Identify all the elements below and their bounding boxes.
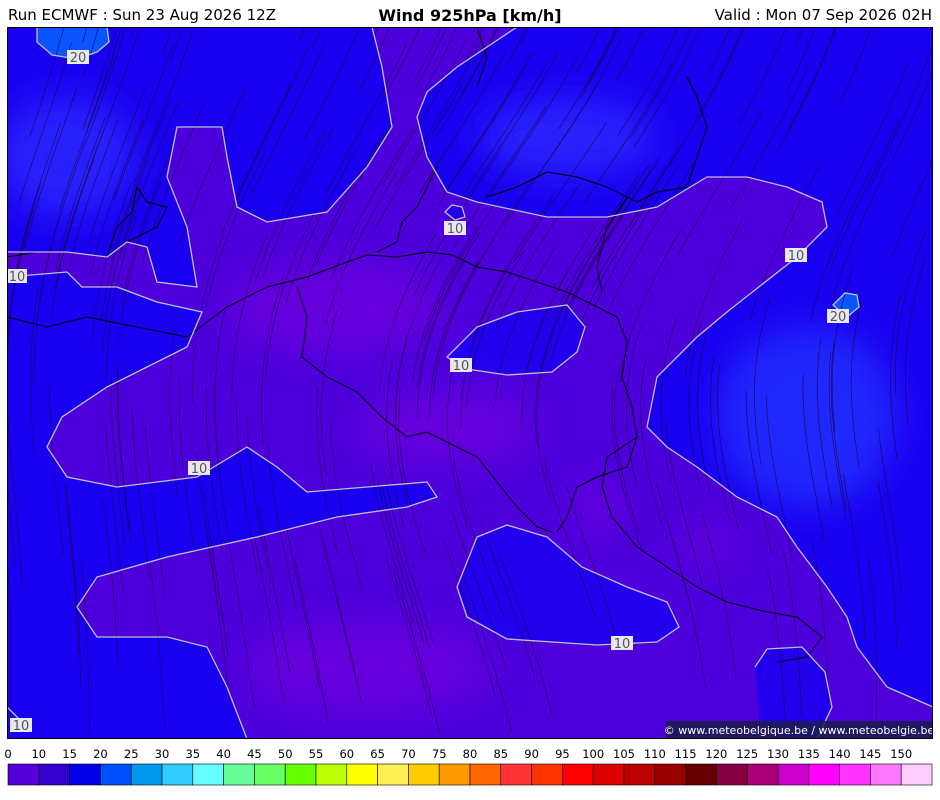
colorbar-cell	[161, 763, 194, 786]
colorbar-tick-label: 120	[705, 747, 727, 761]
colorbar-cell	[408, 763, 440, 786]
colorbar-cell	[100, 763, 132, 786]
colorbar-tick-label: 50	[278, 747, 293, 761]
colorbar-tick-label: 130	[767, 747, 789, 761]
colorbar-tick-label: 135	[798, 747, 820, 761]
colorbar-tick-label: 115	[675, 747, 697, 761]
colorbar-tick-label: 45	[247, 747, 262, 761]
svg-text:10: 10	[191, 462, 208, 477]
colorbar-cell	[500, 763, 532, 786]
colorbar-tick-label: 55	[309, 747, 324, 761]
colorbar-tick-label: 140	[829, 747, 851, 761]
valid-label: Valid : Mon 07 Sep 2026 02H	[714, 6, 932, 24]
colorbar-cell	[839, 763, 871, 786]
colorbar-cell	[870, 763, 902, 786]
svg-text:10: 10	[788, 249, 805, 264]
colorbar-cell	[562, 763, 594, 786]
contour-label: 10	[188, 461, 210, 477]
colorbar-cells	[7, 763, 933, 786]
colorbar-cell	[315, 763, 348, 786]
contour-label: 10	[7, 269, 27, 285]
credit-box: © www.meteobelgique.be / www.meteobelgie…	[664, 721, 933, 738]
contour-label: 10	[785, 248, 807, 264]
colorbar-tick-label: 10	[31, 747, 46, 761]
colorbar-tick-labels: 0 10 15 20 25 30 35 40 45 50 55 60 65 70 75 80 85 90 95 100…	[4, 747, 912, 761]
colorbar-cell	[777, 763, 810, 786]
colorbar-tick-label: 90	[524, 747, 539, 761]
colorbar-tick-label: 0	[4, 747, 11, 761]
colorbar-tick-label: 150	[890, 747, 912, 761]
contour-label: 10	[444, 221, 466, 237]
colorbar-tick-label: 85	[493, 747, 508, 761]
colorbar-cell	[438, 763, 471, 786]
colorbar-tick-label: 70	[401, 747, 416, 761]
colorbar-tick-label: 60	[339, 747, 354, 761]
colorbar-cell	[531, 763, 563, 786]
wind-map: 20 10 10 10 20 10 10 10 10 © www.meteobe…	[7, 27, 933, 739]
colorbar-tick-label: 100	[582, 747, 604, 761]
colorbar-cell	[469, 763, 502, 786]
colorbar-tick-label: 65	[370, 747, 385, 761]
colorbar-cell	[808, 763, 840, 786]
colorbar-cell	[592, 763, 625, 786]
colorbar-tick-label: 105	[613, 747, 635, 761]
colorbar-tick-label: 125	[736, 747, 758, 761]
colorbar-cell	[685, 763, 717, 786]
colorbar-tick-label: 110	[644, 747, 666, 761]
contour-label: 20	[827, 309, 849, 325]
credit-text: © www.meteobelgique.be / www.meteobelgie…	[664, 724, 933, 737]
colorbar-tick-label: 15	[62, 747, 77, 761]
colorbar-cell	[192, 763, 224, 786]
colorbar: 0 10 15 20 25 30 35 40 45 50 55 60 65 70 75 80 85 90 95 100…	[4, 747, 933, 786]
colorbar-cell	[69, 763, 101, 786]
contour-label: 10	[611, 636, 633, 652]
colorbar-cell	[654, 763, 686, 786]
colorbar-tick-label: 35	[185, 747, 200, 761]
colorbar-cell	[7, 763, 40, 786]
colorbar-cell	[284, 763, 317, 786]
svg-text:20: 20	[830, 310, 847, 325]
colorbar-cell	[900, 763, 933, 786]
contour-label: 20	[67, 50, 89, 66]
colorbar-cell	[223, 763, 255, 786]
colorbar-tick-label: 145	[859, 747, 881, 761]
colorbar-cell	[623, 763, 656, 786]
colorbar-tick-label: 40	[216, 747, 231, 761]
svg-text:10: 10	[614, 637, 631, 652]
colorbar-cell	[377, 763, 409, 786]
contour-label: 10	[450, 358, 472, 374]
colorbar-cell	[716, 763, 748, 786]
colorbar-tick-label: 80	[463, 747, 478, 761]
svg-text:10: 10	[9, 270, 26, 285]
colorbar-tick-label: 25	[124, 747, 139, 761]
colorbar-tick-label: 95	[555, 747, 570, 761]
svg-text:10: 10	[447, 222, 464, 237]
colorbar-cell	[746, 763, 779, 786]
svg-text:10: 10	[13, 719, 30, 734]
colorbar-tick-label: 30	[155, 747, 170, 761]
colorbar-cell	[346, 763, 378, 786]
svg-text:20: 20	[70, 51, 87, 66]
colorbar-tick-label: 75	[432, 747, 447, 761]
colorbar-cell	[38, 763, 70, 786]
colorbar-cell	[254, 763, 286, 786]
colorbar-tick-label: 20	[93, 747, 108, 761]
svg-text:10: 10	[453, 359, 470, 374]
contour-label: 10	[10, 718, 32, 734]
colorbar-cell	[130, 763, 163, 786]
